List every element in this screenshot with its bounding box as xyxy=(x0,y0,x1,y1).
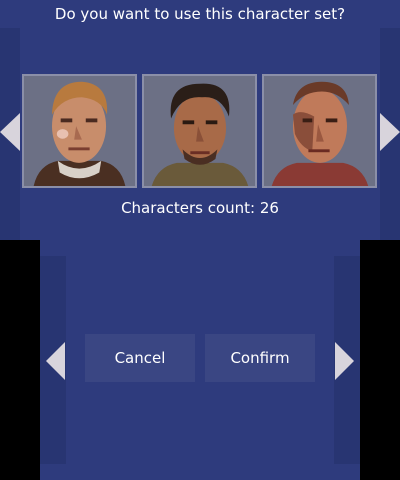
previous-set-arrow-icon[interactable] xyxy=(0,113,20,151)
characters-count: Characters count: 26 xyxy=(121,199,279,217)
previous-arrow-icon[interactable] xyxy=(46,342,65,380)
character-portrait-1 xyxy=(22,74,137,188)
bottom-screen: Cancel Confirm xyxy=(40,240,360,480)
portrait-dark-haired-man-icon xyxy=(144,76,255,186)
character-portrait-2 xyxy=(142,74,257,188)
dialog-question: Do you want to use this character set? xyxy=(54,5,346,23)
cancel-button[interactable]: Cancel xyxy=(85,334,195,382)
portrait-scarred-man-icon xyxy=(264,76,375,186)
next-set-arrow-icon[interactable] xyxy=(380,113,400,151)
portrait-blond-man-icon xyxy=(24,76,135,186)
next-arrow-icon[interactable] xyxy=(335,342,354,380)
confirm-button[interactable]: Confirm xyxy=(205,334,315,382)
top-screen: Do you want to use this character set? C… xyxy=(0,0,400,240)
character-portrait-3 xyxy=(262,74,377,188)
